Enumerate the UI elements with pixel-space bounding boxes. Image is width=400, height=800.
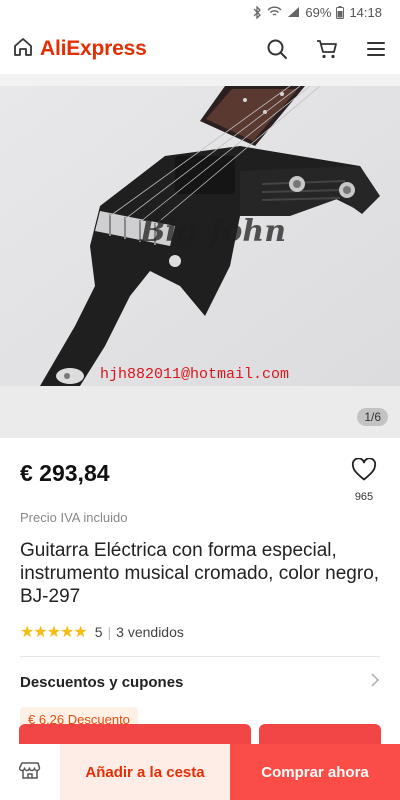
product-info: € 293,84 965 Precio IVA incluido Guitarr…	[0, 457, 400, 732]
logo[interactable]: AliExpress	[12, 36, 147, 63]
store-button[interactable]	[0, 744, 60, 800]
rating-row[interactable]: ★★★★★ 5 | 3 vendidos	[20, 622, 380, 642]
sold-count: 3 vendidos	[116, 624, 184, 640]
product-title: Guitarra Eléctrica con forma especial, i…	[20, 540, 380, 607]
signal-icon	[287, 6, 300, 18]
logo-text: AliExpress	[40, 37, 147, 60]
clock: 14:18	[349, 4, 382, 20]
menu-icon[interactable]	[366, 40, 386, 58]
product-price: € 293,84	[20, 460, 110, 486]
battery-percent: 69%	[305, 4, 332, 20]
image-counter: 1/6	[357, 408, 388, 426]
wishlist-count: 965	[354, 491, 374, 503]
search-icon[interactable]	[266, 38, 288, 60]
product-photo	[0, 86, 400, 438]
add-to-cart-button[interactable]: Añadir a la cesta	[60, 744, 230, 800]
bluetooth-icon	[252, 5, 262, 19]
product-image-gallery[interactable]: Big John hjh882011@hotmail.com 1/6	[0, 86, 400, 438]
home-icon[interactable]	[12, 36, 34, 63]
coupons-row[interactable]: Descuentos y cupones	[20, 671, 380, 693]
heart-icon[interactable]	[351, 457, 377, 487]
coupons-title: Descuentos y cupones	[20, 673, 184, 691]
battery-icon	[336, 5, 345, 19]
buy-now-button[interactable]: Comprar ahora	[230, 744, 400, 800]
header-separator	[0, 74, 400, 86]
rating-stars: ★★★★★	[20, 624, 88, 641]
chevron-right-icon[interactable]	[370, 672, 380, 693]
watermark-brand: Big John	[140, 214, 287, 249]
rating-value: 5	[94, 624, 103, 640]
cart-icon[interactable]	[316, 38, 338, 60]
rating-separator: |	[107, 624, 112, 640]
store-icon[interactable]	[18, 759, 41, 786]
watermark-email: hjh882011@hotmail.com	[100, 366, 290, 383]
wishlist-button[interactable]: 965	[348, 457, 380, 503]
bottom-action-bar: Añadir a la cesta Comprar ahora	[0, 744, 400, 800]
app-header: AliExpress	[0, 24, 400, 74]
status-bar: 69% 14:18	[0, 0, 400, 24]
divider	[20, 656, 380, 657]
wifi-icon	[267, 6, 282, 18]
vat-note: Precio IVA incluido	[20, 510, 128, 525]
